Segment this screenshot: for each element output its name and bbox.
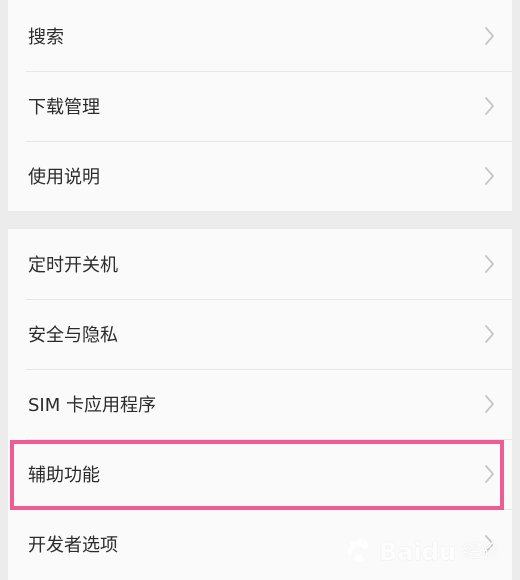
chevron-right-icon bbox=[484, 324, 496, 344]
chevron-right-icon bbox=[484, 166, 496, 186]
settings-item-label: 辅助功能 bbox=[28, 465, 100, 486]
settings-item-label: 开发者选项 bbox=[28, 535, 118, 556]
chevron-right-icon bbox=[484, 96, 496, 116]
chevron-right-icon bbox=[484, 394, 496, 414]
settings-item-label: 定时开关机 bbox=[28, 255, 118, 276]
settings-item-label: 安全与隐私 bbox=[28, 325, 118, 346]
settings-section-system: 定时开关机 安全与隐私 SIM 卡应用程序 辅助功能 开发者选项 bbox=[8, 229, 512, 580]
settings-item-sim-apps[interactable]: SIM 卡应用程序 bbox=[8, 369, 512, 439]
settings-item-scheduled-power[interactable]: 定时开关机 bbox=[8, 229, 512, 299]
chevron-right-icon bbox=[484, 534, 496, 554]
settings-item-developer-options[interactable]: 开发者选项 bbox=[8, 509, 512, 579]
settings-item-security-privacy[interactable]: 安全与隐私 bbox=[8, 299, 512, 369]
settings-item-user-guide[interactable]: 使用说明 bbox=[8, 141, 512, 211]
settings-item-label: 使用说明 bbox=[28, 167, 100, 188]
settings-item-search[interactable]: 搜索 bbox=[8, 0, 512, 71]
settings-screen: 搜索 下载管理 使用说明 定时开关机 安全与隐私 SIM 卡应用程序 辅助功能 … bbox=[0, 0, 520, 580]
chevron-right-icon bbox=[484, 26, 496, 46]
settings-item-download-management[interactable]: 下载管理 bbox=[8, 71, 512, 141]
settings-item-label: 下载管理 bbox=[28, 97, 100, 118]
chevron-right-icon bbox=[484, 254, 496, 274]
settings-item-label: SIM 卡应用程序 bbox=[28, 395, 156, 416]
settings-section-general: 搜索 下载管理 使用说明 bbox=[8, 0, 512, 211]
settings-item-label: 搜索 bbox=[28, 26, 64, 48]
settings-item-accessibility[interactable]: 辅助功能 bbox=[8, 439, 512, 509]
chevron-right-icon bbox=[484, 464, 496, 484]
